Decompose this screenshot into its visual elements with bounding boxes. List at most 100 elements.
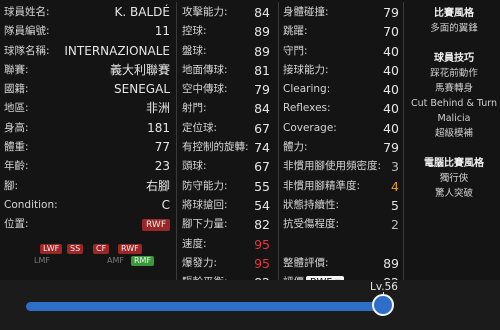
stat-row: 防守能力: 55 xyxy=(182,177,270,196)
profile-label: 位置: xyxy=(4,218,29,231)
stat-row: Reflexes: 40 xyxy=(283,99,399,118)
stat-row: 體力: 79 xyxy=(283,138,399,157)
profile-label: 體重: xyxy=(4,141,29,154)
stat-row: Clearing: 40 xyxy=(283,80,399,99)
stat-value: 67 xyxy=(254,159,270,175)
stat-row: 腳下力量: 82 xyxy=(182,215,270,234)
attack-stats-column: 攻擊能力: 84 控球: 89 盤球: 89 地面傳球: 81 空中傳球: 79 射門: 8… xyxy=(182,3,270,292)
stat-label: 控球: xyxy=(182,25,207,38)
stat-label: 盤球: xyxy=(182,44,207,57)
stat-label: 身體碰撞: xyxy=(283,6,329,18)
stat-label: 攻擊能力: xyxy=(182,6,228,18)
stat-value: 40 xyxy=(383,43,399,59)
stat-row: 空中傳球: 79 xyxy=(182,80,270,99)
stat-value: 95 xyxy=(254,255,270,271)
position-badge: RWF xyxy=(142,219,170,232)
stat-value: 55 xyxy=(254,178,270,194)
overall-rating-label: 整體評價: xyxy=(283,256,329,269)
profile-label: Condition: xyxy=(4,198,58,211)
stat-label: 定位球: xyxy=(182,121,218,134)
physical-stats-column: 身體碰撞: 79 跳躍: 70 守門: 40 接球能力: 40 Clearing: 40 … xyxy=(283,3,399,292)
profile-label: 聯賽: xyxy=(4,63,29,76)
profile-label: 地區: xyxy=(4,102,29,115)
profile-value: 義大利聯賽 xyxy=(109,62,170,77)
stat-label: 有控制的旋轉: xyxy=(182,141,249,154)
stat-value: 40 xyxy=(383,101,399,117)
stat-label: 抗受傷程度: xyxy=(283,218,340,231)
skills-heading: 球員技巧 xyxy=(434,53,474,64)
stat-label: Reflexes: xyxy=(283,102,331,115)
stat-row: 身體碰撞: 79 xyxy=(283,3,399,22)
stat-row: 接球能力: 40 xyxy=(283,61,399,80)
profile-value: 11 xyxy=(154,24,170,39)
stat-label: 射門: xyxy=(182,102,207,115)
profile-label: 隊員編號: xyxy=(4,25,50,38)
position-tag: SS xyxy=(67,244,84,254)
stat-value: 54 xyxy=(254,197,270,213)
stat-value: 84 xyxy=(254,5,270,20)
stat-row: Coverage: 40 xyxy=(283,119,399,138)
profile-row: 球員姓名: K. BALDÉ xyxy=(4,3,170,22)
stat-row: 跳躍: 70 xyxy=(283,22,399,41)
stat-label: 非慣用腳精準度: xyxy=(283,179,361,192)
stat-value: 40 xyxy=(383,120,399,136)
stat-value: 5 xyxy=(391,197,399,213)
stat-row: 盤球: 89 xyxy=(182,42,270,61)
stat-value: 2 xyxy=(391,217,399,233)
position-tag: LMF xyxy=(34,256,50,265)
stat-row: 非慣用腳使用頻密度: 3 xyxy=(283,157,399,176)
com-style-heading: 電腦比賽風格 xyxy=(424,158,484,169)
stat-label: 頭球: xyxy=(182,160,207,173)
stat-value: 79 xyxy=(383,5,399,20)
position-tag: LWF xyxy=(40,244,63,254)
side-panel: 比賽風格 多面的翼鋒 球員技巧 踩花前動作 馬賽轉身 Cut Behind & … xyxy=(408,3,500,201)
stat-row: 速度: 95 xyxy=(182,235,270,254)
profile-label: 球隊名稱: xyxy=(4,44,50,57)
stat-value: 95 xyxy=(254,236,270,252)
stat-value: 40 xyxy=(383,82,399,98)
stat-value: 70 xyxy=(383,24,399,40)
stat-value: 67 xyxy=(254,120,270,136)
stat-value: 82 xyxy=(254,217,270,233)
skill-item: 踩花前動作 xyxy=(430,68,478,79)
stat-label: 守門: xyxy=(283,44,308,57)
stat-row: 抗受傷程度: 2 xyxy=(283,215,399,234)
stat-row: 頭球: 67 xyxy=(182,157,270,176)
stat-label: Coverage: xyxy=(283,121,337,134)
stat-row: 定位球: 67 xyxy=(182,119,270,138)
stat-value: 4 xyxy=(391,178,399,194)
profile-value: 77 xyxy=(154,140,170,155)
stat-row: 地面傳球: 81 xyxy=(182,61,270,80)
profile-column: 球員姓名: K. BALDÉ 隊員編號: 11 球隊名稱: INTERNAZIONAL… xyxy=(4,3,170,235)
stat-label: 跳躍: xyxy=(283,25,308,38)
stat-label: 非慣用腳使用頻密度: xyxy=(283,160,382,173)
divider xyxy=(278,2,279,280)
stat-row: 控球: 89 xyxy=(182,22,270,41)
profile-row: 位置: RWF xyxy=(4,215,170,234)
stat-row: 有控制的旋轉: 74 xyxy=(182,138,270,157)
divider xyxy=(176,2,177,280)
profile-row: 聯賽: 義大利聯賽 xyxy=(4,61,170,80)
playing-style-item: 多面的翼鋒 xyxy=(430,23,478,34)
position-tag: RWF xyxy=(118,244,142,254)
stat-row: 將球搶回: 54 xyxy=(182,196,270,215)
profile-value: 右腳 xyxy=(145,178,170,193)
skill-item: 馬賽轉身 xyxy=(434,83,473,94)
profile-value: SENEGAL xyxy=(114,82,170,97)
level-slider-knob[interactable] xyxy=(372,294,394,316)
profile-row: 體重: 77 xyxy=(4,138,170,157)
stat-value: 79 xyxy=(254,82,270,98)
profile-label: 腳: xyxy=(4,179,19,192)
profile-row: 隊員編號: 11 xyxy=(4,22,170,41)
stat-label: 接球能力: xyxy=(283,63,329,76)
stat-value: 89 xyxy=(254,24,270,40)
stat-row: 射門: 84 xyxy=(182,99,270,118)
level-slider-track[interactable] xyxy=(26,302,384,311)
profile-value: 181 xyxy=(147,120,170,135)
profile-row: 球隊名稱: INTERNAZIONALE xyxy=(4,42,170,61)
profile-label: 國籍: xyxy=(4,83,29,96)
player-name: K. BALDÉ xyxy=(114,5,170,19)
overall-rating-value: 89 xyxy=(383,255,399,271)
profile-row: 身高: 181 xyxy=(4,119,170,138)
